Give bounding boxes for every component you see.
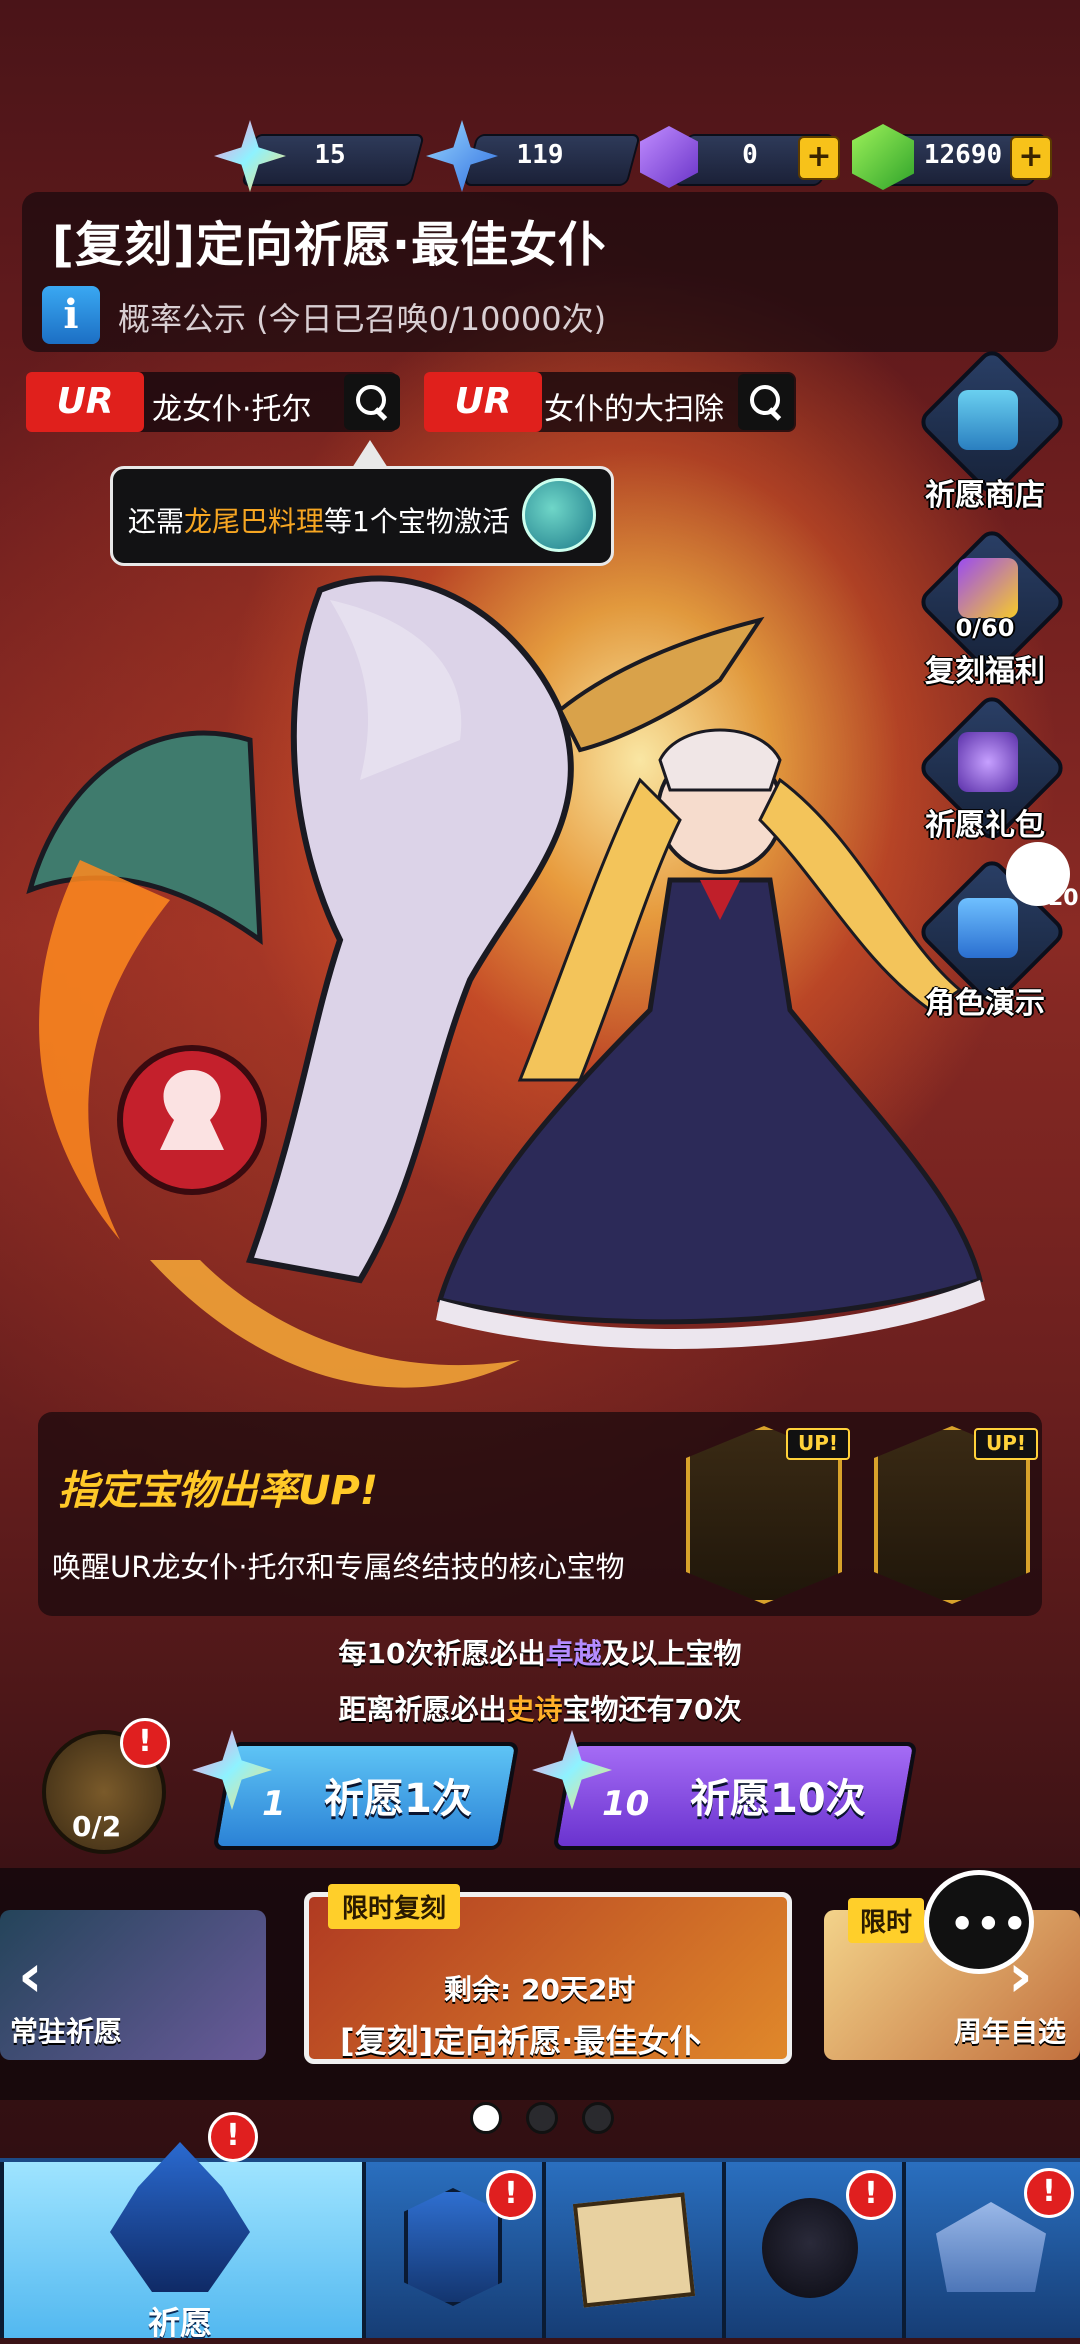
probability-link[interactable]: 概率公示 (今日已召唤0/10000次) bbox=[118, 294, 606, 340]
page-dot[interactable] bbox=[582, 2102, 614, 2134]
dragon-gem-icon bbox=[522, 478, 596, 552]
notification-badge: ! bbox=[120, 1718, 170, 1768]
bag-glyph bbox=[958, 732, 1018, 792]
side-menu-label[interactable]: 祈愿礼包 bbox=[910, 800, 1060, 844]
guarantee-rule-1: 每10次祈愿必出卓越及以上宝物 bbox=[338, 1637, 742, 1670]
rate-up-title: 指定宝物出率UP! bbox=[58, 1468, 379, 1514]
rarity-badge: UR bbox=[26, 372, 144, 432]
pull-once-label: 祈愿1次 bbox=[324, 1776, 472, 1822]
currency-value: 15 bbox=[314, 140, 346, 170]
featured-name: 女仆的大扫除 bbox=[544, 392, 724, 427]
tooltip-text: 还需龙尾巴料理等1个宝物激活 bbox=[128, 505, 510, 538]
tooltip-highlight: 龙尾巴料理 bbox=[184, 505, 325, 538]
rate-up-description: 唤醒UR龙女仆·托尔和专属终结技的核心宝物 bbox=[52, 1550, 625, 1584]
notification-badge: ! bbox=[486, 2170, 536, 2220]
banner-label: [复刻]定向祈愿·最佳女仆 bbox=[340, 2022, 702, 2060]
cards-glyph bbox=[958, 558, 1018, 618]
rune-shield-icon bbox=[404, 2188, 502, 2306]
rarity-badge: UR bbox=[424, 372, 542, 432]
remaining-time: 剩余: 20天2时 bbox=[444, 1973, 636, 2006]
add-currency-button[interactable]: + bbox=[798, 136, 840, 180]
side-menu-label[interactable]: 祈愿商店 bbox=[910, 470, 1060, 514]
pity-counter-value: 0/2 bbox=[72, 1810, 122, 1843]
clapper-glyph bbox=[958, 898, 1018, 958]
up-tag: UP! bbox=[974, 1428, 1038, 1460]
pull-ten-label: 祈愿10次 bbox=[690, 1776, 866, 1822]
pull-once-count: 1 bbox=[262, 1784, 286, 1824]
guarantee-rule-2: 距离祈愿必出史诗宝物还有70次 bbox=[338, 1693, 742, 1726]
search-icon[interactable] bbox=[738, 374, 794, 430]
welfare-progress: 0/60 bbox=[955, 614, 1015, 642]
search-icon[interactable] bbox=[344, 374, 400, 430]
page-dot-active[interactable] bbox=[470, 2102, 502, 2134]
chevron-left-icon[interactable]: ‹ bbox=[18, 1944, 70, 2008]
banner-label: 常驻祈愿 bbox=[10, 2015, 123, 2048]
limited-tag: 限时 bbox=[848, 1898, 925, 1943]
treasure-map-icon bbox=[572, 2192, 696, 2308]
pull-ten-count: 10 bbox=[602, 1784, 650, 1824]
page-dot[interactable] bbox=[526, 2102, 558, 2134]
bubble-count: 20 bbox=[1048, 886, 1079, 911]
notification-badge: ! bbox=[1024, 2168, 1074, 2218]
currency-value: 0 bbox=[742, 140, 758, 170]
info-icon[interactable]: i bbox=[42, 286, 100, 344]
featured-name: 龙女仆·托尔 bbox=[152, 392, 312, 427]
side-menu-label[interactable]: 复刻福利 bbox=[910, 646, 1060, 690]
up-tag: UP! bbox=[786, 1428, 850, 1460]
chest-glyph bbox=[958, 390, 1018, 450]
nav-label: 祈愿 bbox=[147, 2304, 212, 2342]
add-gems-button[interactable]: + bbox=[1010, 136, 1052, 180]
chat-dots-icon: ••• bbox=[950, 1902, 1029, 1946]
tooltip-arrow bbox=[352, 440, 388, 468]
currency-value: 12690 bbox=[923, 140, 1003, 170]
page-title: [复刻]定向祈愿·最佳女仆 bbox=[52, 217, 608, 273]
notification-badge: ! bbox=[846, 2170, 896, 2220]
shadow-creature-icon bbox=[762, 2198, 858, 2298]
currency-value: 119 bbox=[516, 140, 564, 170]
banner-label: 周年自选 bbox=[954, 2015, 1067, 2048]
notification-badge: ! bbox=[208, 2112, 258, 2162]
limited-rerun-tag: 限时复刻 bbox=[328, 1884, 461, 1929]
side-menu-label[interactable]: 角色演示 bbox=[910, 978, 1060, 1022]
